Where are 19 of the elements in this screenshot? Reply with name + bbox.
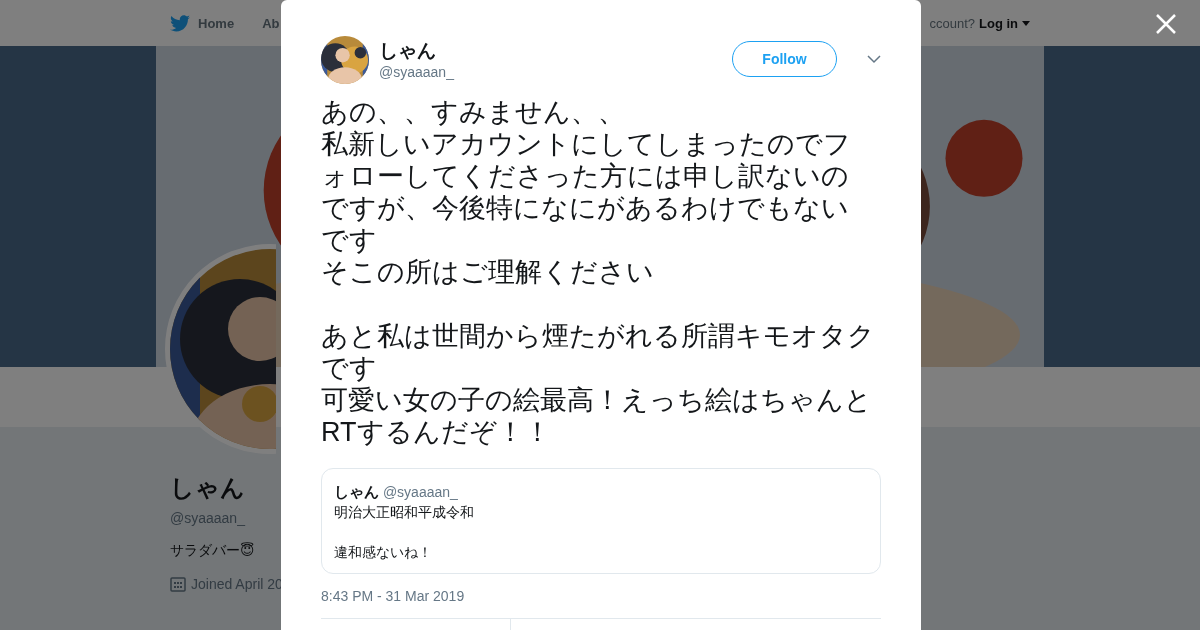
- profile-bio: サラダバー😇: [170, 542, 255, 560]
- nav-link[interactable]: Home: [170, 14, 235, 32]
- quoted-text-line: 違和感ないね！: [334, 543, 432, 562]
- login-link[interactable]: Log in: [979, 15, 1018, 31]
- tweet-text-line: 可愛い女の子の絵最高！えっち絵はちゃんと: [321, 384, 872, 416]
- quoted-text-line: 明治大正昭和平成令和: [334, 503, 474, 522]
- close-icon[interactable]: [1154, 12, 1178, 36]
- caret-icon: [1022, 20, 1030, 26]
- account-prompt: ccount?: [929, 15, 975, 31]
- bird-icon: [170, 14, 190, 32]
- calendar-icon: [170, 576, 186, 592]
- nav-link[interactable]: Ab: [262, 15, 280, 31]
- tweet-timestamp[interactable]: 8:43 PM - 31 Mar 2019: [321, 588, 881, 604]
- quoted-author-handle: @syaaaan_: [382, 484, 458, 500]
- quoted-tweet[interactable]: しゃん @syaaaan_ 明治大正昭和平成令和 違和感ないね！: [321, 468, 881, 574]
- quoted-author-name: しゃん: [334, 483, 379, 500]
- profile-name: しゃん: [170, 473, 245, 503]
- tweet-text-line: RTするんだぞ！！: [321, 416, 551, 448]
- profile-handle: @syaaaan_: [170, 510, 245, 526]
